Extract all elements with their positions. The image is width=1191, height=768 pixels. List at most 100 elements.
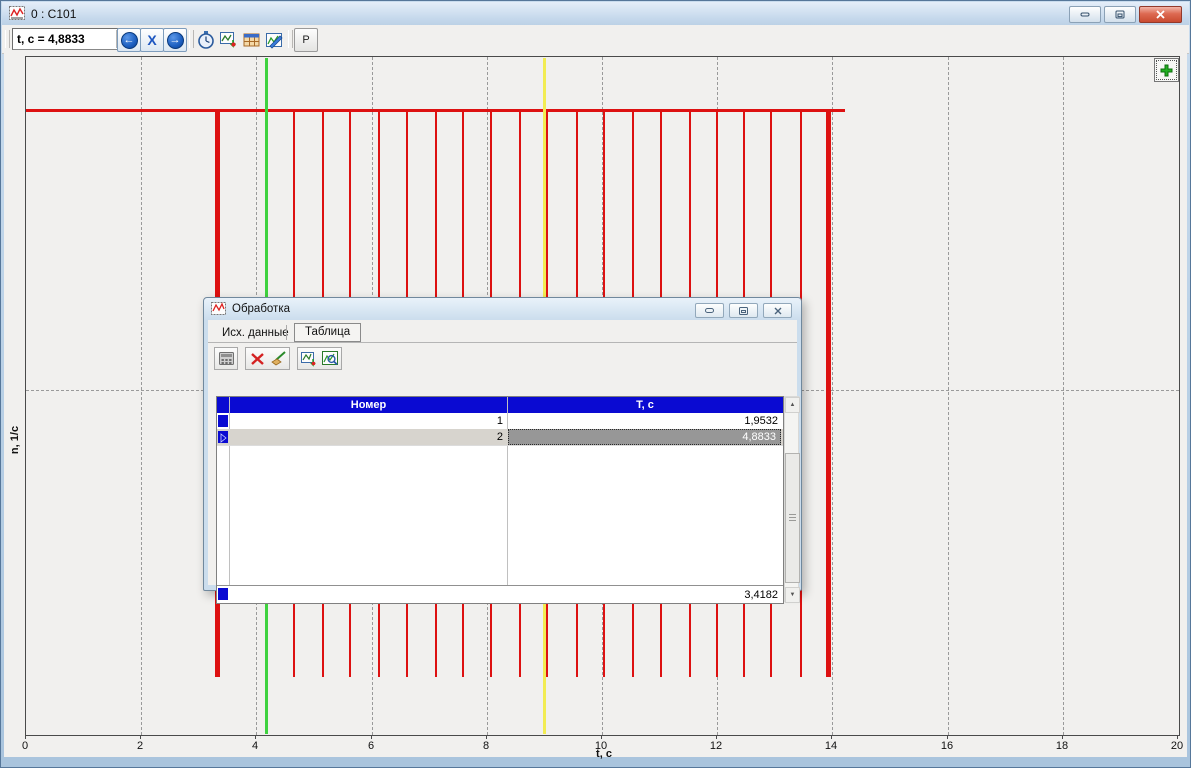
column-header-number[interactable]: Номер <box>230 397 507 413</box>
calculator-icon <box>219 352 234 365</box>
x-tick <box>140 735 141 739</box>
toolbar-grip <box>288 30 293 48</box>
x-tick-label: 14 <box>825 740 837 752</box>
x-tick <box>716 735 717 739</box>
cursor-readout-field[interactable]: t, c = 4,8833 <box>12 28 118 50</box>
maximize-button[interactable] <box>1104 6 1136 23</box>
table-row-selected[interactable]: 2 4,8833 <box>217 429 783 446</box>
close-icon <box>774 307 782 315</box>
chart-refresh-button[interactable] <box>297 347 321 370</box>
x-tick <box>25 735 26 739</box>
row-marker <box>218 588 228 600</box>
pulse-spike <box>826 111 831 677</box>
processing-dialog: Обработка Исх. данные Таблица <box>203 297 802 591</box>
stopwatch-icon <box>197 31 215 49</box>
chart-edit-button[interactable] <box>263 28 287 52</box>
dialog-close-button[interactable] <box>763 303 792 318</box>
selected-cell-t[interactable]: 4,8833 <box>508 429 781 445</box>
chart-zoom-icon <box>322 351 339 366</box>
x-tick-label: 0 <box>22 740 28 752</box>
dialog-toolbar <box>214 346 791 370</box>
x-tick <box>486 735 487 739</box>
minimize-icon <box>705 308 714 313</box>
gridline-vertical <box>1063 57 1064 735</box>
x-tick-label: 20 <box>1171 740 1183 752</box>
cell-number[interactable]: 1 <box>230 413 507 429</box>
app-icon <box>9 6 25 21</box>
row-marker <box>218 415 228 427</box>
toolbar-grip <box>5 30 10 48</box>
row-arrow-icon <box>218 432 228 444</box>
dialog-title-bar[interactable]: Обработка <box>204 298 801 320</box>
calculator-button[interactable] <box>214 347 238 370</box>
scrollbar-thumb[interactable] <box>785 453 800 583</box>
cell-number[interactable]: 2 <box>230 429 507 445</box>
x-tick-label: 18 <box>1056 740 1068 752</box>
minimize-icon <box>1080 12 1090 17</box>
x-tick-label: 4 <box>252 740 258 752</box>
x-tick-label: 16 <box>941 740 953 752</box>
table-header: Номер T, c <box>217 397 783 413</box>
title-bar: 0 : C101 <box>2 2 1189 25</box>
table-button[interactable] <box>240 28 264 52</box>
zoom-plus-button[interactable] <box>1154 58 1179 82</box>
clear-table-button[interactable] <box>267 347 290 370</box>
cell-t[interactable]: 1,9532 <box>508 413 782 429</box>
delete-x-icon <box>250 352 265 366</box>
dialog-icon <box>211 302 226 316</box>
table-icon <box>243 32 261 48</box>
thumb-grip <box>789 520 796 521</box>
gridline-vertical <box>948 57 949 735</box>
y-axis-label: n, 1/c <box>9 426 21 454</box>
main-toolbar: t, c = 4,8833 ← X → <box>2 25 1189 54</box>
delete-row-button[interactable] <box>245 347 269 370</box>
dialog-maximize-button[interactable] <box>729 303 758 318</box>
tab-source-data[interactable]: Исх. данные <box>216 325 295 341</box>
dialog-title: Обработка <box>232 303 290 315</box>
chart-export-button[interactable] <box>217 28 241 52</box>
current-row-marker <box>218 431 228 443</box>
close-icon <box>1156 10 1165 19</box>
thumb-grip <box>789 514 796 515</box>
table-row[interactable]: 1 1,9532 <box>217 413 783 430</box>
gridline-vertical <box>832 57 833 735</box>
chart-arrow-icon <box>301 351 317 367</box>
column-header-t[interactable]: T, c <box>508 397 782 413</box>
footer-cell-t[interactable]: 3,4182 <box>508 586 782 603</box>
window-title: 0 : C101 <box>31 7 76 21</box>
maximize-icon <box>1115 10 1125 19</box>
x-tick <box>1177 735 1178 739</box>
maximize-icon <box>739 307 748 315</box>
clear-x-icon: X <box>147 32 156 48</box>
minimize-button[interactable] <box>1069 6 1101 23</box>
app-window: 0 : C101 t, c = 4,8833 ← X → <box>0 0 1191 768</box>
table-footer-row[interactable]: 3,4182 <box>217 585 783 603</box>
chart-zoom-button[interactable] <box>319 347 342 370</box>
scroll-down-button[interactable]: ▼ <box>785 587 800 603</box>
x-tick <box>255 735 256 739</box>
broom-icon <box>270 351 287 366</box>
results-table: Номер T, c 1 1,9532 2 4,8833 <box>216 396 784 604</box>
table-scrollbar[interactable]: ▲ ▼ <box>784 396 799 602</box>
dialog-minimize-button[interactable] <box>695 303 724 318</box>
scroll-up-button[interactable]: ▲ <box>785 397 800 413</box>
tab-table[interactable]: Таблица <box>294 323 361 342</box>
forward-icon: → <box>167 32 184 49</box>
stopwatch-button[interactable] <box>194 28 218 52</box>
close-button[interactable] <box>1139 6 1182 23</box>
forward-button[interactable]: → <box>163 28 187 52</box>
back-icon: ← <box>121 32 138 49</box>
clear-button[interactable]: X <box>140 28 164 52</box>
gridline-vertical <box>141 57 142 735</box>
x-tick-label: 2 <box>137 740 143 752</box>
chart-export-icon <box>220 31 238 49</box>
x-tick <box>831 735 832 739</box>
x-tick <box>947 735 948 739</box>
dialog-body: Исх. данные Таблица <box>208 320 797 585</box>
chart-edit-icon <box>266 32 284 49</box>
x-tick <box>601 735 602 739</box>
x-tick-label: 12 <box>710 740 722 752</box>
x-tick <box>1062 735 1063 739</box>
p-button[interactable]: P <box>294 28 318 52</box>
back-button[interactable]: ← <box>117 28 141 52</box>
